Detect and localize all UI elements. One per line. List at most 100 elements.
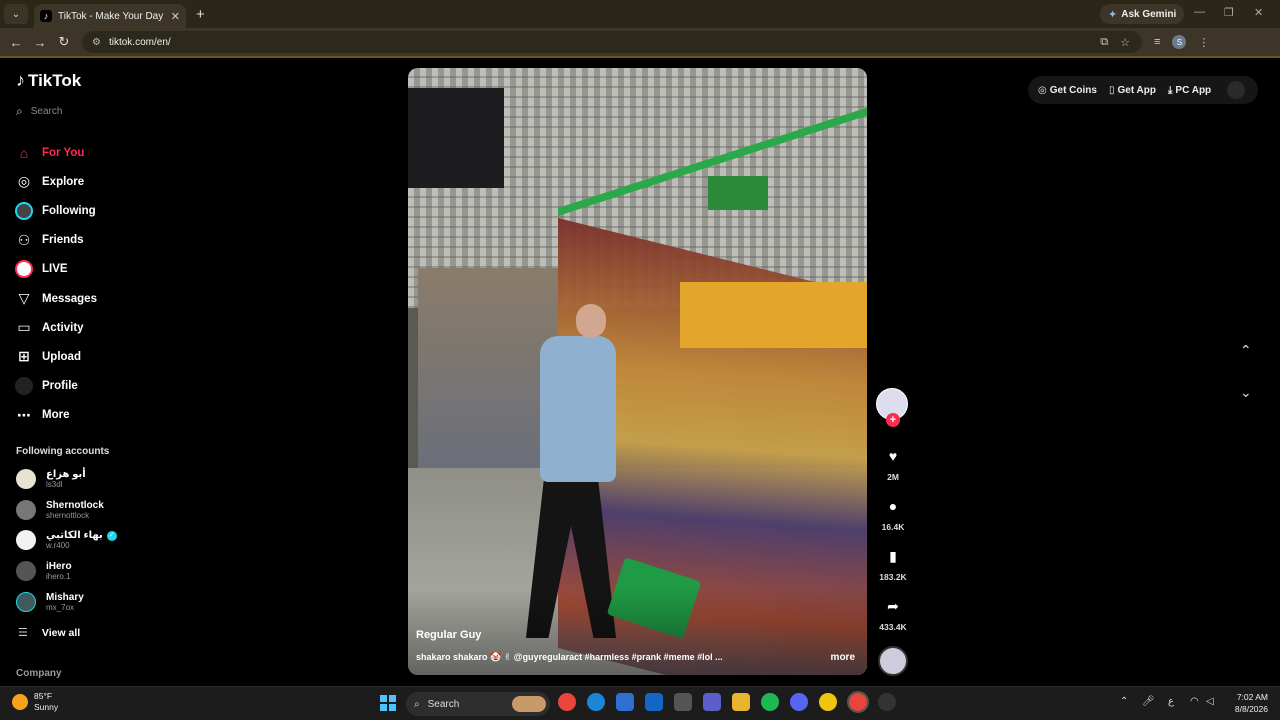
- account-item[interactable]: Shernotlock shernottlock: [16, 495, 196, 526]
- view-all-label: View all: [41, 626, 81, 639]
- pc-app-button[interactable]: ⤓ PC App: [1168, 85, 1211, 96]
- account-name: بهاء الكاتبي: [46, 530, 103, 542]
- save-button[interactable]: ▮ 183.2K: [876, 548, 910, 582]
- minimize-icon[interactable]: —: [1194, 6, 1205, 18]
- caption-more-button[interactable]: more: [831, 652, 855, 663]
- account-name: Mishary: [46, 591, 84, 603]
- view-all-button[interactable]: ☰ View all: [18, 626, 81, 640]
- user-avatar[interactable]: [1227, 81, 1246, 99]
- store-app-icon[interactable]: [616, 693, 634, 711]
- friends-icon: ⚇: [17, 231, 31, 248]
- video-player[interactable]: Regular Guy shakaro shakaro 🤡 ✌ @guyregu…: [408, 68, 867, 675]
- get-app-label: Get App: [1117, 84, 1156, 96]
- nav-label: LIVE: [42, 263, 68, 276]
- music-disc-avatar[interactable]: [878, 646, 908, 676]
- download-icon: ⤓: [1168, 84, 1173, 96]
- browser-tab[interactable]: ♪ TikTok - Make Your Day ✕: [34, 4, 186, 28]
- nav-activity[interactable]: ▭ Activity: [14, 313, 194, 342]
- get-app-button[interactable]: ▯ Get App: [1109, 85, 1156, 96]
- bookmark-star-icon[interactable]: ☆: [1120, 36, 1130, 49]
- browser-menu-icon[interactable]: ⋮: [1198, 36, 1209, 49]
- nav-friends[interactable]: ⚇ Friends: [14, 226, 194, 255]
- account-name: iHero: [46, 561, 72, 573]
- search-input[interactable]: ⌕ Search: [16, 104, 62, 119]
- chrome-app-icon[interactable]: [558, 693, 576, 711]
- top-actions: ◎ Get Coins ▯ Get App ⤓ PC App: [1028, 76, 1258, 104]
- mail-app-icon[interactable]: [645, 693, 663, 711]
- windows-start-icon[interactable]: [380, 695, 396, 711]
- share-button[interactable]: ➦ 433.4K: [876, 598, 910, 632]
- language-indicator[interactable]: ع: [1168, 696, 1174, 707]
- nav-profile[interactable]: Profile: [14, 372, 194, 401]
- weather-widget[interactable]: 85°F Sunny: [12, 691, 58, 713]
- ask-gemini-button[interactable]: ✦ Ask Gemini: [1100, 4, 1185, 24]
- nav-following[interactable]: Following: [14, 196, 194, 225]
- nav-messages[interactable]: ▽ Messages: [14, 284, 194, 313]
- new-tab-button[interactable]: +: [196, 6, 205, 23]
- install-app-icon[interactable]: ⧉: [1100, 36, 1108, 49]
- maximize-icon[interactable]: ❐: [1224, 6, 1234, 19]
- nav-upload[interactable]: ⊞ Upload: [14, 342, 194, 371]
- spotify-app-icon[interactable]: [761, 693, 779, 711]
- reload-icon[interactable]: ↻: [52, 34, 76, 50]
- previous-video-icon[interactable]: ⌃: [1240, 342, 1252, 359]
- app-icon-with-badge[interactable]: [878, 693, 896, 711]
- video-author[interactable]: Regular Guy: [416, 629, 481, 641]
- company-link[interactable]: Company: [16, 668, 62, 679]
- reading-list-icon[interactable]: ≡: [1154, 36, 1160, 48]
- chevron-down-icon: ⌄: [11, 8, 21, 20]
- account-item[interactable]: أبو هزاع ls3dl: [16, 464, 196, 495]
- tab-search-button[interactable]: ⌄: [4, 4, 28, 24]
- avatar: [16, 499, 36, 520]
- compass-icon: ◎: [17, 173, 31, 190]
- tray-chevron-up-icon[interactable]: ⌃: [1120, 696, 1128, 707]
- nav-for-you[interactable]: ⌂ For You: [14, 138, 194, 167]
- chrome-active-app-icon[interactable]: [847, 691, 869, 713]
- tab-close-icon[interactable]: ✕: [171, 10, 180, 23]
- edge-app-icon[interactable]: [587, 693, 605, 711]
- video-caption: shakaro shakaro 🤡 ✌ @guyregularact #harm…: [416, 652, 723, 662]
- account-item[interactable]: Mishary mx_7ox: [16, 586, 196, 617]
- taskbar-search[interactable]: ⌕ Search: [406, 692, 550, 716]
- app-icon[interactable]: [674, 693, 692, 711]
- forward-icon[interactable]: →: [28, 35, 52, 50]
- taskbar-clock[interactable]: 7:02 AM 8/8/2026: [1226, 691, 1268, 715]
- taskbar-search-label: Search: [427, 698, 460, 710]
- nav-more[interactable]: ⋯ More: [14, 401, 194, 430]
- video-scene-aisle: [418, 268, 558, 468]
- message-square-icon: ▭: [17, 319, 31, 336]
- teams-app-icon[interactable]: [703, 693, 721, 711]
- back-icon[interactable]: ←: [4, 35, 28, 50]
- nav-label: For You: [42, 146, 85, 159]
- tiktok-logo[interactable]: ♪ TikTok: [16, 70, 81, 91]
- get-coins-button[interactable]: ◎ Get Coins: [1038, 85, 1097, 96]
- browser-tab-bar: ⌄ ♪ TikTok - Make Your Day ✕ + ✦ Ask Gem…: [0, 0, 1280, 28]
- creator-avatar[interactable]: +: [876, 388, 908, 427]
- wifi-icon[interactable]: ◠: [1190, 696, 1199, 707]
- search-highlight-image: [512, 696, 546, 712]
- site-info-icon[interactable]: ⚙: [92, 37, 101, 48]
- volume-icon[interactable]: ◁: [1206, 696, 1214, 707]
- next-video-icon[interactable]: ⌄: [1240, 384, 1252, 401]
- video-scene-green-sign: [708, 176, 768, 210]
- address-bar[interactable]: ⚙ tiktok.com/en/ ⧉ ☆: [82, 31, 1142, 53]
- file-explorer-icon[interactable]: [732, 693, 750, 711]
- comment-button[interactable]: ● 16.4K: [876, 498, 910, 532]
- emoji-app-icon[interactable]: [819, 693, 837, 711]
- microphone-icon[interactable]: 🎤︎: [1142, 696, 1155, 707]
- nav-label: Profile: [42, 380, 78, 393]
- account-item[interactable]: iHero ihero.1: [16, 556, 196, 587]
- nav-explore[interactable]: ◎ Explore: [14, 167, 194, 196]
- tiktok-note-icon: ♪: [16, 70, 25, 90]
- account-item[interactable]: بهاء الكاتبي ✓ w.r400: [16, 525, 196, 556]
- profile-avatar[interactable]: S: [1172, 35, 1187, 49]
- like-button[interactable]: ♥ 2M: [876, 448, 910, 482]
- nav-live[interactable]: LIVE: [14, 255, 194, 284]
- follow-plus-icon[interactable]: +: [886, 413, 900, 427]
- window-close-icon[interactable]: ✕: [1254, 6, 1263, 19]
- url-text: tiktok.com/en/: [108, 36, 171, 48]
- browser-toolbar: ← → ↻ ⚙ tiktok.com/en/ ⧉ ☆ ≡ S ⋮: [0, 28, 1280, 56]
- nav-label: Messages: [42, 292, 97, 305]
- nav-label: Activity: [42, 321, 84, 334]
- discord-app-icon[interactable]: [790, 693, 808, 711]
